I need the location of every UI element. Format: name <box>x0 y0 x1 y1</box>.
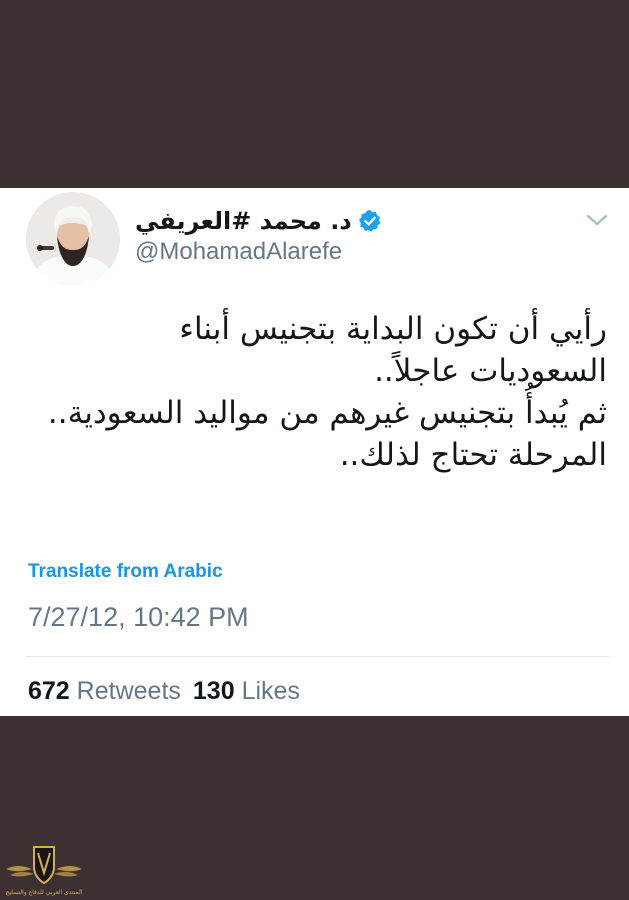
tweet-text-line: المرحلة تحتاج لذلك.. <box>339 437 607 473</box>
chevron-down-icon[interactable] <box>584 212 610 228</box>
likes-label: Likes <box>241 677 300 705</box>
tweet-timestamp[interactable]: 7/27/12, 10:42 PM <box>28 602 249 633</box>
tweet-card: د. محمد #العريفي @MohamadAlarefe رأيي أن… <box>0 188 629 716</box>
display-name-row[interactable]: د. محمد #العريفي <box>135 206 382 236</box>
tweet-text-line: السعوديات عاجلاً.. <box>374 353 607 389</box>
avatar[interactable] <box>26 192 120 286</box>
watermark-logo: المنتدى العربي للدفاع والتسليح <box>6 846 83 896</box>
verified-badge-icon <box>358 210 381 232</box>
avatar-image <box>26 192 120 286</box>
retweets-stat[interactable]: 672 Retweets <box>28 677 181 705</box>
retweets-count: 672 <box>28 677 70 705</box>
divider <box>26 656 609 657</box>
tweet-text-line: ثم يُبدأُ بتجنيس غيرهم من مواليد السعودي… <box>47 395 607 431</box>
likes-stat[interactable]: 130 Likes <box>193 677 300 705</box>
engagement-stats: 672 Retweets 130 Likes <box>28 677 300 706</box>
tweet-text: رأيي أن تكون البداية بتجنيس أبناء السعود… <box>22 308 607 476</box>
likes-count: 130 <box>192 677 235 705</box>
translate-link[interactable]: Translate from Arabic <box>28 561 223 583</box>
tweet-text-line: رأيي أن تكون البداية بتجنيس أبناء <box>179 311 607 347</box>
display-name[interactable]: د. محمد #العريفي <box>135 207 352 235</box>
retweets-label: Retweets <box>76 677 181 705</box>
svg-text:المنتدى العربي للدفاع والتسليح: المنتدى العربي للدفاع والتسليح <box>6 889 83 896</box>
user-handle[interactable]: @MohamadAlarefe <box>135 238 342 266</box>
